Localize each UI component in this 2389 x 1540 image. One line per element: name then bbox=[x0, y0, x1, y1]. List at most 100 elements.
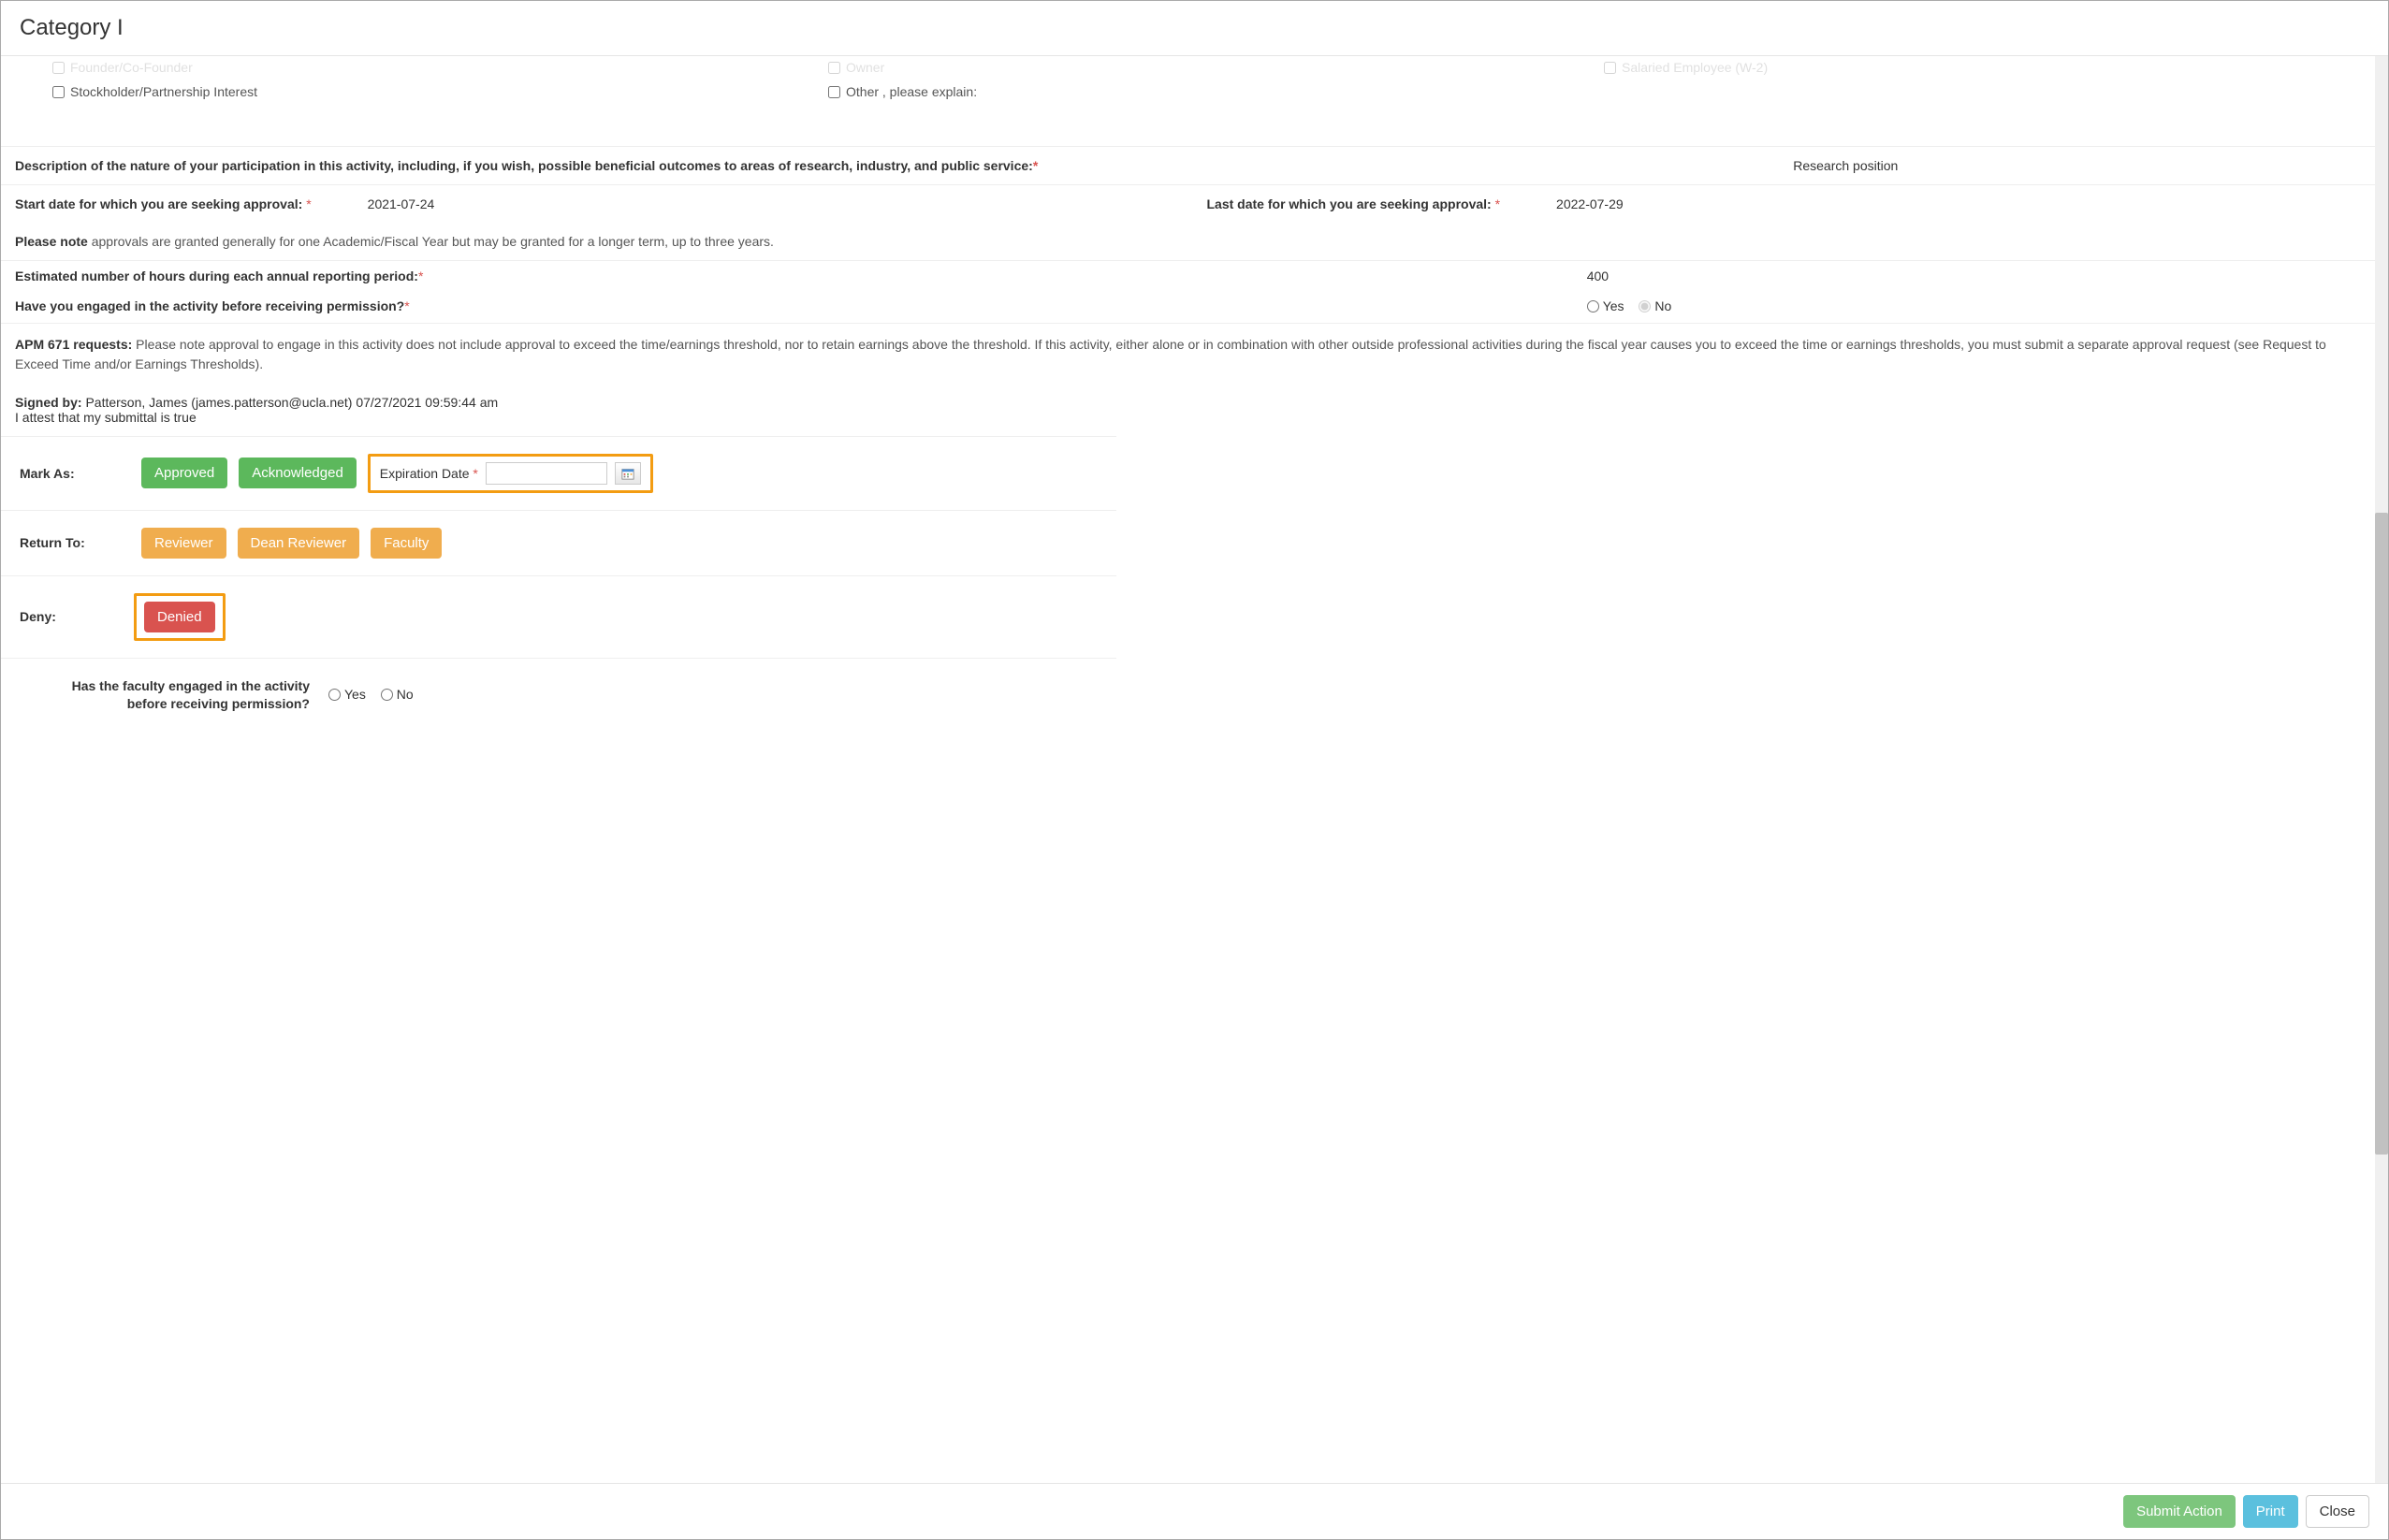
modal-footer: Submit Action Print Close bbox=[1, 1483, 2388, 1539]
start-date-label-text: Start date for which you are seeking app… bbox=[15, 196, 306, 211]
approval-note: Please note approvals are granted genera… bbox=[1, 223, 2375, 260]
hours-row: Estimated number of hours during each an… bbox=[1, 260, 2375, 291]
expiration-highlight: Expiration Date * bbox=[368, 454, 653, 493]
engaged-radios: Yes No bbox=[1587, 298, 2361, 315]
engaged-no-text: No bbox=[1654, 298, 1671, 313]
deny-label: Deny: bbox=[20, 609, 113, 624]
signed-by-label: Signed by: bbox=[15, 395, 82, 410]
mark-as-label: Mark As: bbox=[20, 466, 130, 481]
end-date-label: Last date for which you are seeking appr… bbox=[1207, 196, 1501, 211]
end-date-label-text: Last date for which you are seeking appr… bbox=[1207, 196, 1495, 211]
engaged-row: Have you engaged in the activity before … bbox=[1, 291, 2375, 323]
salaried-checkbox[interactable] bbox=[1604, 62, 1616, 74]
expiration-date-input[interactable] bbox=[486, 462, 607, 485]
denied-button[interactable]: Denied bbox=[144, 602, 215, 632]
required-star: * bbox=[1033, 158, 1038, 173]
scrollbar-thumb[interactable] bbox=[2375, 513, 2388, 1155]
signed-by-line: Signed by: Patterson, James (james.patte… bbox=[15, 395, 2361, 410]
end-date-value: 2022-07-29 bbox=[1556, 196, 1624, 211]
confirm-radios: Yes No bbox=[328, 687, 425, 704]
attest-line: I attest that my submittal is true bbox=[15, 410, 2361, 425]
reviewer-button[interactable]: Reviewer bbox=[141, 528, 226, 559]
start-date-label: Start date for which you are seeking app… bbox=[15, 196, 312, 211]
deny-row: Deny: Denied bbox=[1, 576, 1116, 659]
other-checkbox[interactable] bbox=[828, 86, 840, 98]
expiration-label-text: Expiration Date bbox=[380, 466, 470, 481]
stockholder-label: Stockholder/Partnership Interest bbox=[70, 84, 257, 99]
note-bold: Please note bbox=[15, 234, 88, 249]
description-value: Research position bbox=[1793, 158, 2361, 173]
hours-value: 400 bbox=[1587, 269, 2361, 283]
founder-checkbox[interactable] bbox=[52, 62, 65, 74]
description-label: Description of the nature of your partic… bbox=[15, 158, 1774, 173]
expiration-label: Expiration Date * bbox=[380, 466, 478, 481]
description-label-text: Description of the nature of your partic… bbox=[15, 158, 1033, 173]
confirm-yes-radio[interactable] bbox=[328, 689, 341, 701]
required-star: * bbox=[404, 298, 409, 313]
confirm-yes-text: Yes bbox=[344, 687, 366, 702]
engaged-no-radio[interactable] bbox=[1639, 300, 1651, 312]
salaried-checkbox-group: Salaried Employee (W-2) bbox=[1604, 60, 2361, 75]
hours-label-wrap: Estimated number of hours during each an… bbox=[15, 269, 1587, 283]
return-to-row: Return To: Reviewer Dean Reviewer Facult… bbox=[1, 511, 1116, 576]
scrollbar-track[interactable] bbox=[2375, 56, 2388, 1483]
other-checkbox-group: Other , please explain: bbox=[828, 84, 1585, 99]
empty-col bbox=[1604, 84, 2361, 99]
stockholder-checkbox[interactable] bbox=[52, 86, 65, 98]
role-row-1: Founder/Co-Founder Owner Salaried Employ… bbox=[1, 56, 2375, 84]
signed-block: Signed by: Patterson, James (james.patte… bbox=[1, 385, 2375, 436]
required-star: * bbox=[473, 466, 477, 481]
dean-reviewer-button[interactable]: Dean Reviewer bbox=[238, 528, 360, 559]
engaged-label-wrap: Have you engaged in the activity before … bbox=[15, 298, 1587, 315]
approved-button[interactable]: Approved bbox=[141, 458, 227, 488]
calendar-button[interactable] bbox=[615, 462, 641, 485]
modal-title: Category I bbox=[20, 15, 2369, 41]
print-button[interactable]: Print bbox=[2243, 1495, 2298, 1528]
confirm-no-radio[interactable] bbox=[381, 689, 393, 701]
mark-as-row: Mark As: Approved Acknowledged Expiratio… bbox=[1, 436, 1116, 511]
required-star: * bbox=[1495, 196, 1500, 211]
faculty-button[interactable]: Faculty bbox=[371, 528, 442, 559]
stockholder-checkbox-group: Stockholder/Partnership Interest bbox=[52, 84, 809, 99]
required-star: * bbox=[418, 269, 423, 283]
required-star: * bbox=[306, 196, 311, 211]
confirm-no-label[interactable]: No bbox=[381, 687, 414, 702]
founder-checkbox-group: Founder/Co-Founder bbox=[52, 60, 809, 75]
owner-checkbox-group: Owner bbox=[828, 60, 1585, 75]
engaged-yes-text: Yes bbox=[1603, 298, 1624, 313]
start-date-value: 2021-07-24 bbox=[368, 196, 435, 211]
deny-highlight: Denied bbox=[134, 593, 226, 641]
owner-checkbox[interactable] bbox=[828, 62, 840, 74]
signed-by-value: Patterson, James (james.patterson@ucla.n… bbox=[82, 395, 499, 410]
apm-bold: APM 671 requests: bbox=[15, 337, 132, 352]
return-to-label: Return To: bbox=[20, 535, 130, 550]
engaged-no-label[interactable]: No bbox=[1639, 298, 1671, 313]
engaged-yes-label[interactable]: Yes bbox=[1587, 298, 1624, 313]
end-date-col: Last date for which you are seeking appr… bbox=[1207, 196, 2362, 211]
confirm-yes-label[interactable]: Yes bbox=[328, 687, 366, 702]
confirm-no-text: No bbox=[397, 687, 414, 702]
description-row: Description of the nature of your partic… bbox=[1, 146, 2375, 184]
date-row: Start date for which you are seeking app… bbox=[1, 184, 2375, 223]
form-content: Founder/Co-Founder Owner Salaried Employ… bbox=[1, 56, 2388, 742]
acknowledged-button[interactable]: Acknowledged bbox=[239, 458, 357, 488]
apm-text: Please note approval to engage in this a… bbox=[15, 337, 2326, 371]
modal-body: Founder/Co-Founder Owner Salaried Employ… bbox=[1, 56, 2388, 1483]
modal-dialog: Category I Founder/Co-Founder Owner Sala… bbox=[0, 0, 2389, 1540]
engaged-yes-radio[interactable] bbox=[1587, 300, 1599, 312]
role-row-2: Stockholder/Partnership Interest Other ,… bbox=[1, 84, 2375, 109]
calendar-icon bbox=[621, 467, 634, 480]
note-text: approvals are granted generally for one … bbox=[88, 234, 774, 249]
confirm-label: Has the faculty engaged in the activity … bbox=[48, 677, 310, 714]
founder-label: Founder/Co-Founder bbox=[70, 60, 193, 75]
engaged-label: Have you engaged in the activity before … bbox=[15, 298, 404, 313]
owner-label: Owner bbox=[846, 60, 884, 75]
modal-header: Category I bbox=[1, 1, 2388, 56]
apm-block: APM 671 requests: Please note approval t… bbox=[1, 323, 2375, 385]
start-date-col: Start date for which you are seeking app… bbox=[15, 196, 1170, 211]
other-label: Other , please explain: bbox=[846, 84, 977, 99]
confirm-row: Has the faculty engaged in the activity … bbox=[1, 659, 2375, 742]
hours-label: Estimated number of hours during each an… bbox=[15, 269, 418, 283]
close-button[interactable]: Close bbox=[2306, 1495, 2369, 1528]
submit-action-button[interactable]: Submit Action bbox=[2123, 1495, 2236, 1528]
